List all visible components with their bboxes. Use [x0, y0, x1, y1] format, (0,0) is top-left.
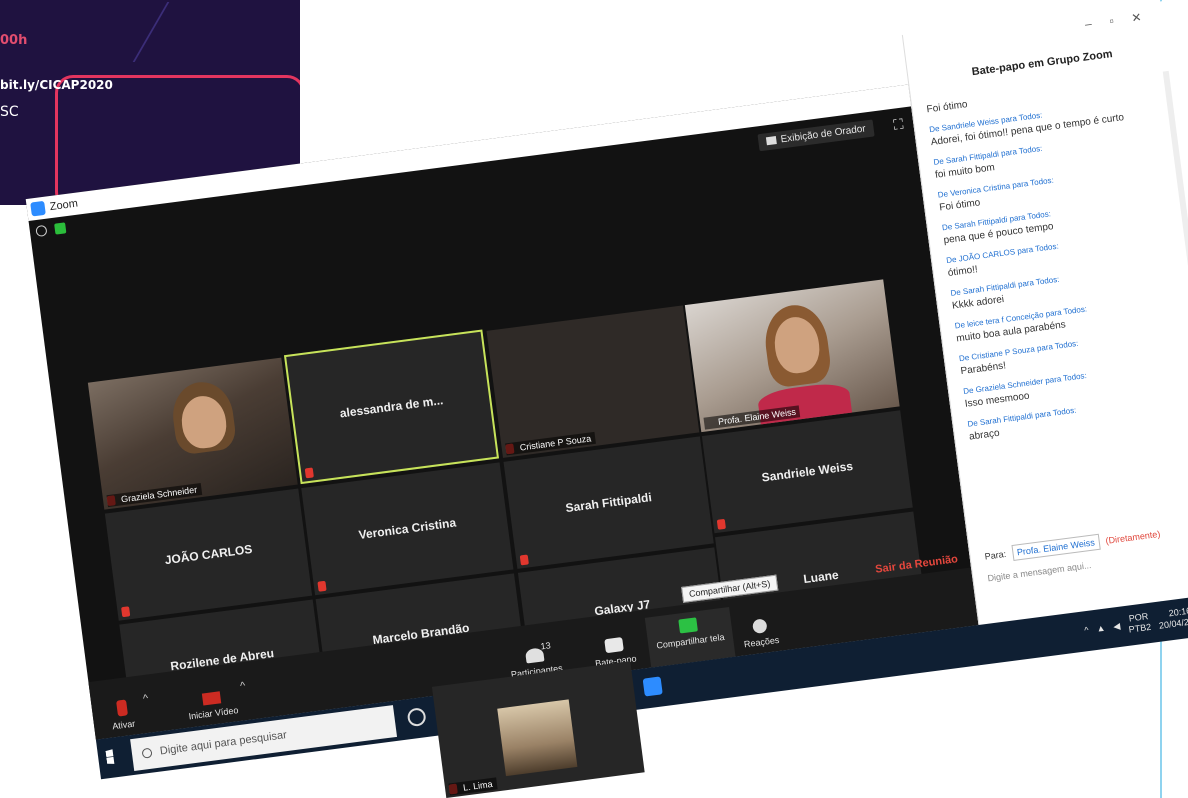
reactions-label: Reações [743, 634, 780, 650]
zoom-window: Zoom Exibição de Orador ⛶ Graziela Schne… [25, 84, 979, 740]
slide-time: 00h [0, 33, 28, 48]
slide-org: SC [0, 104, 19, 120]
participant-tile[interactable]: Sarah Fittipaldi [503, 436, 714, 569]
muted-mic-icon [716, 518, 726, 530]
participant-name: alessandra de m... [338, 393, 444, 421]
unmute-button[interactable]: Ativar [109, 699, 136, 732]
clock[interactable]: 20:16 20/04/2020 [1157, 604, 1188, 632]
minimize-icon[interactable]: – [1084, 14, 1110, 31]
participant-name: Sandriele Weiss [760, 458, 854, 485]
muted-mic-icon [304, 467, 314, 479]
windows-start-icon[interactable] [105, 747, 123, 765]
photo-stage: 00h bit.ly/CICAP2020 SC Zoom Exibição de… [0, 0, 1188, 798]
muted-mic-icon [317, 580, 327, 592]
reactions-button[interactable]: Reações [741, 617, 780, 649]
fullscreen-icon[interactable]: ⛶ [893, 116, 905, 134]
start-video-button[interactable]: Iniciar Vídeo [186, 689, 239, 721]
participants-icon: 13 [524, 640, 551, 664]
taskbar-search-placeholder: Digite aqui para pesquisar [159, 729, 288, 758]
window-controls: –▫✕ [1084, 8, 1160, 32]
participant-name: Veronica Cristina [357, 515, 457, 543]
participant-tile[interactable]: Profa. Elaine Weiss [684, 279, 900, 433]
muted-mic-icon [115, 699, 128, 717]
participant-name: JOÃO CARLOS [163, 541, 254, 568]
recipient-row: Para: Profa. Elaine Weiss (Diretamente) [984, 526, 1161, 565]
zoom-window-title: Zoom [49, 197, 79, 214]
private-label: (Diretamente) [1104, 528, 1161, 546]
network-icon[interactable]: ▲ [1096, 623, 1106, 634]
participant-photo [497, 699, 578, 777]
chevron-up-icon[interactable]: ^ [142, 693, 149, 706]
chat-icon [603, 637, 624, 654]
close-icon[interactable]: ✕ [1131, 8, 1161, 25]
start-video-label: Iniciar Vídeo [188, 705, 239, 722]
to-label: Para: [984, 548, 1007, 562]
chat-message-list: Foi ótimo De Sandriele Weiss para Todos:… [926, 75, 1188, 452]
maximize-icon[interactable]: ▫ [1109, 11, 1133, 28]
share-screen-label: Compartilhar tela [655, 631, 726, 651]
cortana-icon[interactable] [406, 707, 427, 728]
share-screen-icon [678, 617, 699, 634]
participant-tile[interactable]: alessandra de m... [283, 329, 500, 485]
chat-input[interactable]: Digite a mensagem aqui... [987, 560, 1092, 583]
meeting-info [35, 222, 67, 238]
participant-name: L. Lima [448, 777, 498, 796]
video-off-icon [201, 691, 222, 706]
volume-icon[interactable]: ◀ [1113, 620, 1121, 632]
participant-tile[interactable]: L. Lima [431, 661, 645, 798]
chevron-up-icon[interactable]: ^ [239, 680, 246, 693]
participants-count: 13 [539, 640, 552, 652]
info-icon[interactable] [35, 224, 48, 238]
participant-name: Luane [802, 567, 840, 587]
participant-name: Sarah Fittipaldi [564, 490, 653, 516]
zoom-app-icon[interactable] [642, 676, 663, 697]
participant-tile[interactable]: Veronica Cristina [301, 462, 514, 596]
lang-layout: PTB2 [1128, 621, 1152, 635]
participant-tile[interactable]: Graziela Schneider [87, 357, 298, 510]
search-icon [141, 747, 153, 759]
reactions-icon [751, 618, 768, 635]
slide-link: bit.ly/CICAP2020 [0, 78, 113, 92]
language-indicator[interactable]: POR PTB2 [1127, 611, 1152, 636]
grid-icon [766, 136, 778, 146]
shield-icon[interactable] [54, 222, 67, 235]
muted-mic-icon [121, 606, 131, 618]
participant-tile[interactable]: JOÃO CARLOS [104, 488, 313, 621]
participant-tile[interactable]: Cristiane P Souza [486, 305, 700, 458]
recipient-select[interactable]: Profa. Elaine Weiss [1010, 533, 1101, 562]
slide-decoration [132, 2, 300, 62]
muted-mic-icon [519, 554, 529, 566]
speaker-view-label: Exibição de Orador [780, 123, 867, 146]
tray-chevron-icon[interactable]: ^ [1084, 625, 1089, 635]
unmute-label: Ativar [111, 718, 136, 732]
zoom-logo-icon [30, 200, 46, 217]
speaker-view-button[interactable]: Exibição de Orador [757, 119, 875, 152]
